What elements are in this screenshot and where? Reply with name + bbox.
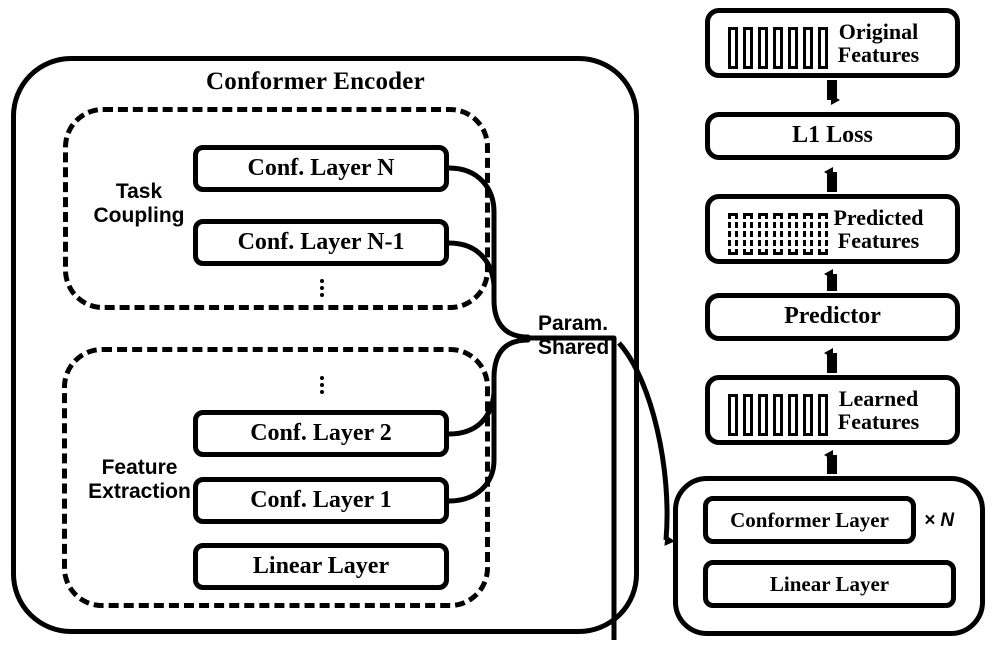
curve-from-conf-layer-1: [449, 378, 494, 501]
junction-lower: [494, 340, 528, 378]
connector-overlay: [0, 0, 840, 648]
curve-from-conf-layer-2: [449, 393, 494, 434]
curve-from-conf-layer-n-minus-1: [449, 243, 494, 285]
diagram-canvas: Conformer Encoder Task Coupling Conf. La…: [0, 0, 1000, 648]
param-shared-trunk: [449, 168, 614, 640]
shared-to-bottom-module: [619, 343, 675, 546]
junction-upper: [494, 300, 528, 337]
curve-from-conf-layer-n: [449, 168, 494, 300]
